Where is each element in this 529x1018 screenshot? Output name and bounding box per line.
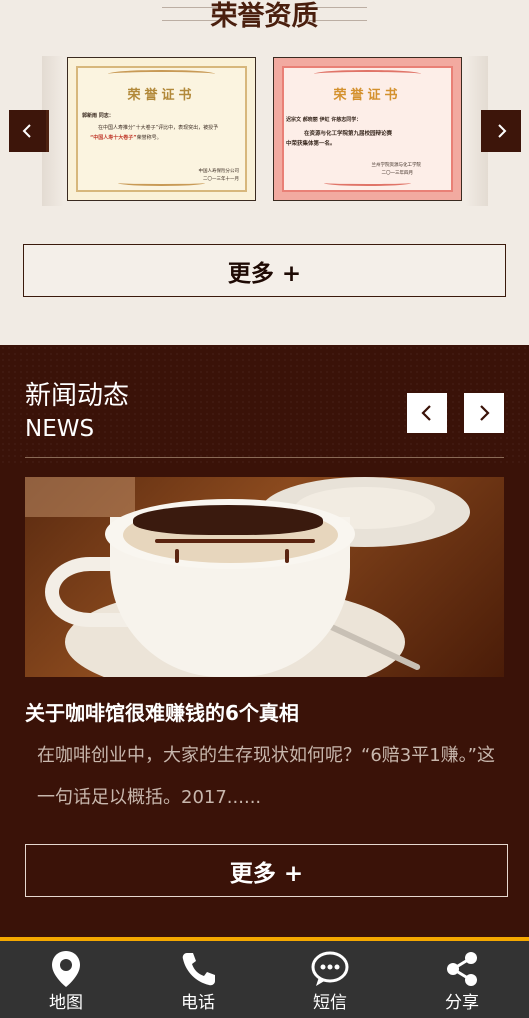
- news-headline[interactable]: 关于咖啡馆很难赚钱的6个真相: [25, 700, 299, 726]
- nav-phone[interactable]: 电话: [132, 945, 264, 1018]
- news-divider: [25, 457, 504, 458]
- certificate-ornament: [314, 70, 421, 78]
- bottom-nav-bar: 地图 电话 短信 分享: [0, 937, 529, 1018]
- chevron-right-icon: [480, 405, 490, 421]
- certificate-body: 中荣获集体第一名。: [286, 141, 336, 147]
- image-cocoa-topping: [133, 505, 323, 535]
- nav-map-label: 地图: [49, 993, 83, 1013]
- certificate-body: 在中国人寿推分“十大卷子”评比中，表现突出，被授予: [98, 125, 219, 131]
- certificate-image-2[interactable]: 荣誉证书 迟宗文 郝晓丽 伊虹 许慈志同学： 在资源与化工学院第九届校园辩论赛 …: [273, 57, 462, 201]
- news-section: 新闻动态 NEWS 关于咖啡馆很难赚钱的6个真相 在咖啡创业中，大家的生存现状如…: [0, 345, 529, 937]
- certificate-ornament: [118, 180, 205, 186]
- certificate-award: “中国人寿十大卷子”荣誉称号。: [90, 135, 162, 141]
- certificate-image-1[interactable]: 荣誉证书 郭新雨 同志： 在中国人寿推分“十大卷子”评比中，表现突出，被授予 “…: [67, 57, 256, 201]
- certificate-ornament: [324, 180, 411, 186]
- honors-carousel: 荣誉证书 郭新雨 同志： 在中国人寿推分“十大卷子”评比中，表现突出，被授予 “…: [42, 44, 488, 214]
- phone-icon: [182, 953, 215, 986]
- certificate-recipient: 迟宗文 郝晓丽 伊虹 许慈志同学：: [286, 117, 362, 123]
- map-pin-icon: [52, 951, 80, 987]
- certificate-ornament: [108, 70, 215, 78]
- news-next-button[interactable]: [464, 393, 504, 433]
- image-latte-art: [155, 539, 315, 543]
- image-latte-art: [285, 549, 289, 563]
- carousel-prev-button[interactable]: [9, 110, 49, 152]
- news-image[interactable]: [25, 477, 504, 677]
- honors-title-wrap: 荣誉资质: [0, 0, 529, 36]
- certificate-date: 二〇一三年四月: [381, 171, 414, 176]
- news-prev-button[interactable]: [407, 393, 447, 433]
- honors-more-button[interactable]: 更多 +: [23, 244, 506, 297]
- certificate-issuer: 中国人寿保险分公司: [198, 169, 240, 174]
- nav-share[interactable]: 分享: [396, 945, 528, 1018]
- news-more-button[interactable]: 更多 +: [25, 844, 508, 897]
- nav-phone-label: 电话: [181, 993, 215, 1013]
- image-latte-art: [175, 549, 179, 563]
- certificate-date: 二〇一三年十一月: [203, 177, 239, 182]
- news-subtitle: NEWS: [25, 416, 95, 442]
- nav-map[interactable]: 地图: [0, 945, 132, 1018]
- carousel-next-button[interactable]: [481, 110, 521, 152]
- nav-share-label: 分享: [445, 993, 479, 1013]
- certificate-issuer: 兰州学院资源与化工学院: [371, 163, 422, 168]
- honors-title: 荣誉资质: [210, 1, 319, 32]
- share-icon: [447, 952, 477, 986]
- certificate-recipient: 郭新雨 同志：: [82, 113, 114, 119]
- certificate-title: 荣誉证书: [333, 88, 402, 103]
- chevron-right-icon: [498, 124, 507, 138]
- nav-sms-label: 短信: [313, 993, 347, 1013]
- nav-sms[interactable]: 短信: [264, 945, 396, 1018]
- certificate-body: 在资源与化工学院第九届校园辩论赛: [304, 131, 393, 137]
- chat-bubble-icon: [311, 951, 349, 986]
- certificate-title: 荣誉证书: [127, 88, 196, 103]
- chevron-left-icon: [421, 405, 431, 421]
- honors-section: 荣誉资质 荣誉证书 郭新雨 同志： 在中国人寿推分“十大卷子”评比中，表现突出，…: [0, 0, 529, 345]
- image-background: [25, 477, 135, 517]
- news-summary: 在咖啡创业中，大家的生存现状如何呢？“6赔3平1赚。”这一句话足以概括。2017…: [37, 745, 496, 808]
- chevron-left-icon: [22, 124, 31, 138]
- news-title: 新闻动态: [25, 381, 130, 411]
